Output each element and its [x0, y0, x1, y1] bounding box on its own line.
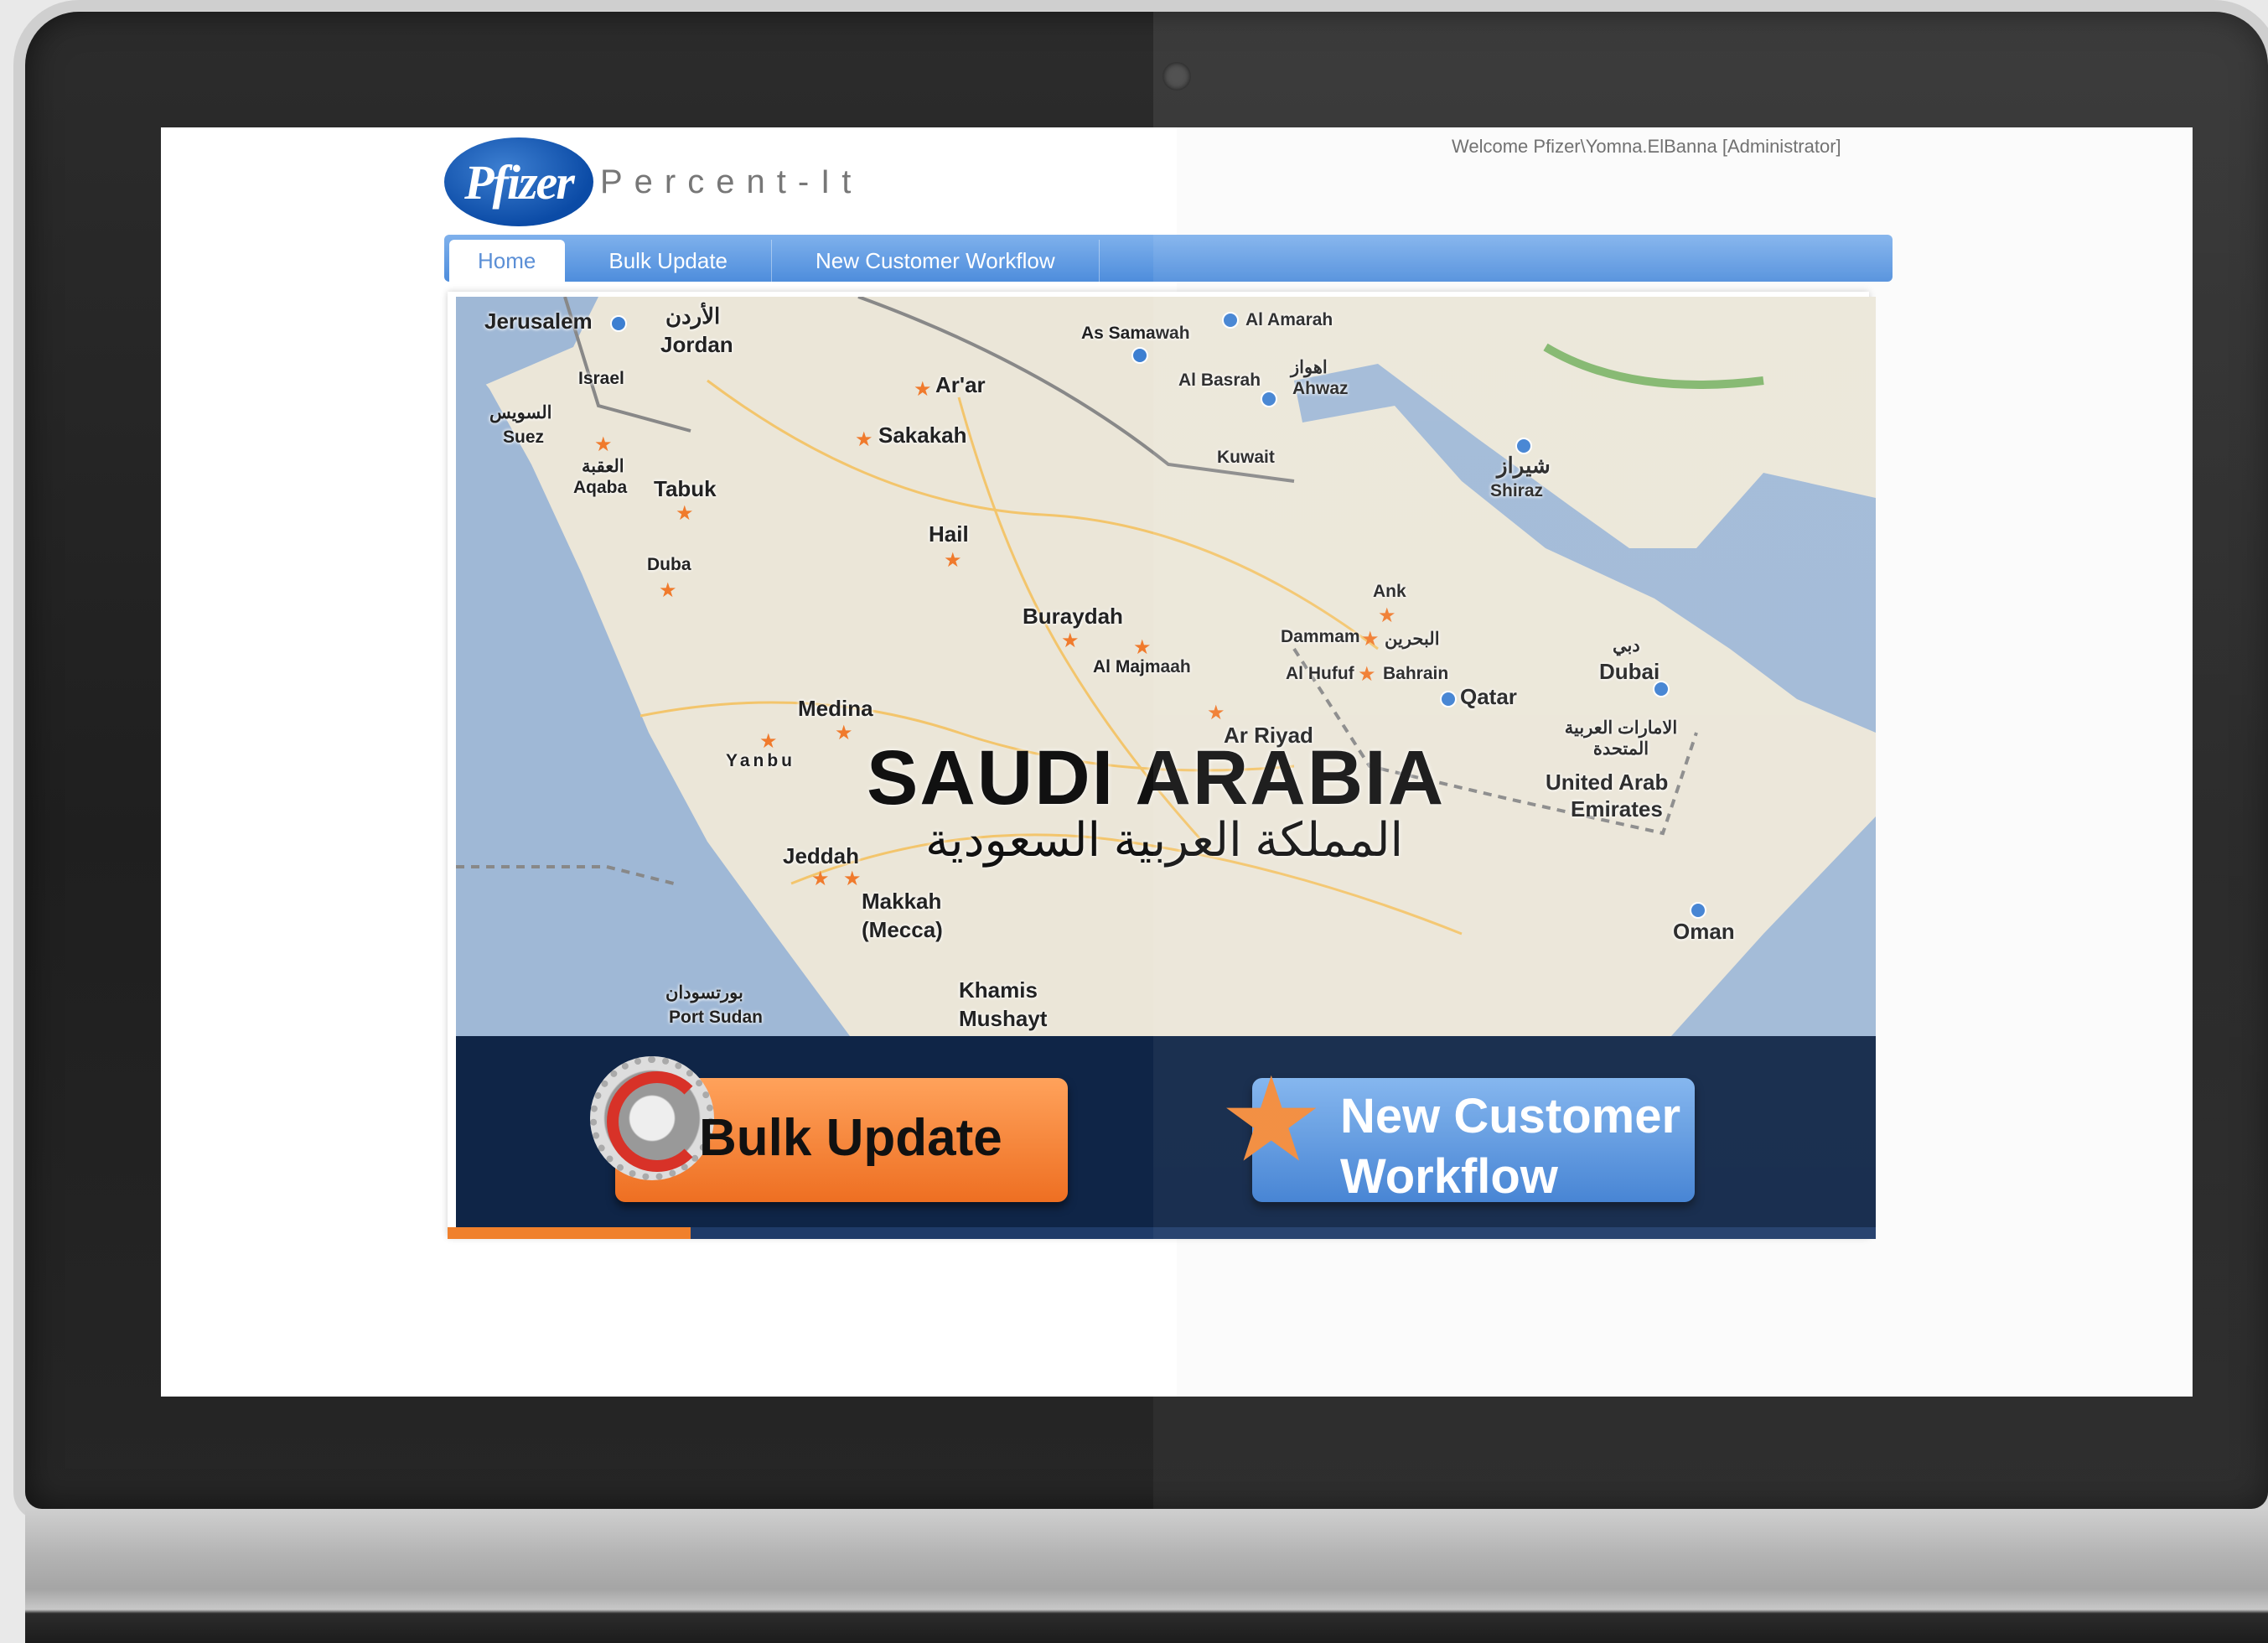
city-star: ★	[594, 433, 613, 456]
city-marker	[610, 315, 627, 332]
city-marker	[1515, 438, 1532, 454]
city-tabuk: Tabuk	[654, 476, 717, 501]
action-bar: Bulk Update ★ New Customer Workflow	[456, 1036, 1876, 1237]
city-ank: Ank	[1373, 582, 1406, 601]
new-customer-label-line2: Workflow	[1340, 1149, 1558, 1204]
city-sakakah: Sakakah	[878, 422, 967, 448]
city-duba: Duba	[647, 555, 691, 574]
city-marker	[1440, 691, 1457, 707]
pfizer-logo: Pfizer	[444, 137, 593, 226]
city-port-sudan: Port Sudan	[669, 1008, 764, 1027]
city-star: ★	[1133, 636, 1152, 659]
new-customer-workflow-label: New Customer Workflow	[1340, 1086, 1680, 1207]
bulk-update-button[interactable]: Bulk Update	[590, 1056, 1068, 1202]
city-aqaba: Aqaba	[573, 478, 628, 497]
city-marker	[1690, 902, 1706, 919]
city-dubai-ar: دبي	[1613, 636, 1640, 656]
region-map: Jerusalem الأردن Jordan Israel السويس Su…	[456, 297, 1876, 1036]
city-suez-ar: السويس	[489, 403, 552, 422]
city-yanbu: Yanbu	[726, 751, 796, 770]
city-marker	[1131, 347, 1148, 364]
city-bahrain-ar: البحرين	[1385, 630, 1440, 649]
tab-bulk-update[interactable]: Bulk Update	[565, 240, 773, 282]
city-israel: Israel	[578, 369, 624, 388]
city-oman: Oman	[1673, 919, 1735, 944]
city-star: ★	[835, 722, 853, 744]
city-jordan: Jordan	[660, 332, 733, 357]
screen: Welcome Pfizer\Yomna.ElBanna [Administra…	[161, 127, 2193, 1397]
map-title: SAUDI ARABIA	[867, 735, 1446, 821]
app-logo[interactable]: Pfizer Percent-It	[444, 137, 862, 226]
city-khamis: Khamis	[959, 977, 1038, 1003]
city-al-amarah: Al Amarah	[1245, 310, 1333, 329]
city-marker	[1222, 312, 1239, 329]
city-star: ★	[759, 730, 778, 753]
city-star: ★	[1358, 663, 1376, 686]
map-subtitle: المملكة العربية السعودية	[925, 813, 1404, 866]
laptop-base	[25, 1509, 2268, 1643]
city-shiraz-ar: شيراز	[1497, 453, 1551, 478]
city-kuwait: Kuwait	[1217, 448, 1275, 467]
city-star: ★	[914, 378, 932, 401]
app-name: Percent-It	[600, 163, 863, 200]
city-marker	[1653, 681, 1670, 697]
city-al-hufuf: Al Hufuf	[1286, 664, 1354, 683]
city-bahrain: Bahrain	[1383, 664, 1449, 683]
welcome-text: Welcome Pfizer\Yomna.ElBanna [Administra…	[1452, 136, 1841, 157]
city-buraydah: Buraydah	[1023, 604, 1123, 629]
city-mecca: (Mecca)	[862, 917, 943, 942]
city-arar: Ar'ar	[935, 372, 986, 397]
tab-home[interactable]: Home	[449, 240, 566, 282]
city-star: ★	[944, 549, 962, 572]
bulk-update-label: Bulk Update	[699, 1109, 1002, 1167]
city-star: ★	[1207, 702, 1225, 724]
star-icon: ★	[1219, 1054, 1324, 1185]
city-star: ★	[676, 502, 694, 525]
city-ahwaz-ar: اهواز	[1291, 358, 1328, 377]
city-star: ★	[843, 868, 862, 890]
city-marker	[1261, 391, 1277, 407]
city-medina: Medina	[798, 696, 873, 721]
city-dammam: Dammam	[1281, 627, 1360, 646]
city-star: ★	[855, 428, 873, 451]
city-hail: Hail	[929, 521, 969, 547]
progress-fill	[448, 1227, 691, 1239]
tab-new-customer-workflow[interactable]: New Customer Workflow	[772, 240, 1100, 282]
city-aqaba-ar: العقبة	[582, 457, 624, 476]
city-shiraz: Shiraz	[1490, 481, 1544, 500]
city-uae-line2: Emirates	[1571, 796, 1663, 822]
new-customer-label-line1: New Customer	[1340, 1089, 1681, 1143]
city-makkah: Makkah	[862, 889, 942, 914]
home-panel: Jerusalem الأردن Jordan Israel السويس Su…	[448, 292, 1876, 1239]
city-uae-line1: United Arab	[1546, 770, 1669, 795]
city-star: ★	[659, 579, 677, 602]
webcam-icon	[1162, 62, 1191, 91]
city-port-sudan-ar: بورتسودان	[665, 983, 743, 1003]
city-al-majmaah: Al Majmaah	[1093, 657, 1191, 676]
new-customer-workflow-button[interactable]: ★ New Customer Workflow	[1219, 1061, 1695, 1204]
city-al-basrah: Al Basrah	[1178, 371, 1261, 390]
progress-bar	[448, 1227, 1876, 1239]
city-dubai: Dubai	[1599, 659, 1660, 684]
city-as-samawah: As Samawah	[1081, 324, 1190, 343]
city-mushayt: Mushayt	[959, 1006, 1048, 1031]
city-jordan-ar: الأردن	[665, 303, 721, 329]
city-star: ★	[1061, 630, 1080, 652]
city-suez: Suez	[503, 428, 545, 447]
city-star: ★	[1361, 628, 1380, 650]
refresh-icon	[607, 1071, 707, 1172]
city-jeddah: Jeddah	[783, 843, 860, 868]
city-star: ★	[1378, 604, 1396, 627]
laptop-frame: Welcome Pfizer\Yomna.ElBanna [Administra…	[25, 12, 2268, 1509]
city-star: ★	[811, 868, 830, 890]
main-nav: Home Bulk Update New Customer Workflow	[444, 235, 1893, 282]
city-ahwaz: Ahwaz	[1292, 379, 1349, 398]
city-uae-ar: الامارات العربية المتحدة	[1564, 718, 1678, 759]
city-qatar: Qatar	[1460, 684, 1517, 709]
city-jerusalem: Jerusalem	[484, 308, 593, 334]
